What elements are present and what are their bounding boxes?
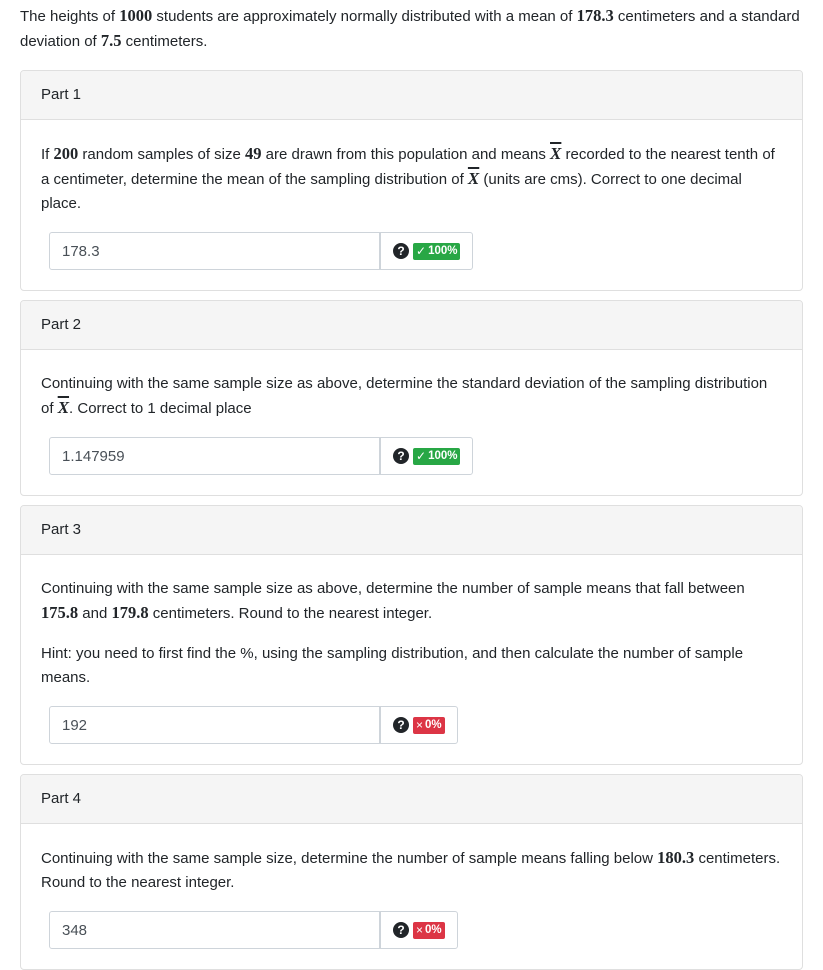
- question-number: 175.8: [41, 603, 79, 622]
- part-3-answer-input[interactable]: [49, 706, 380, 744]
- part-3-header: Part 3: [21, 506, 802, 555]
- question-text: Continuing with the same sample size, de…: [41, 850, 658, 867]
- question-text: are drawn from this population and means: [261, 146, 551, 163]
- part-2-header: Part 2: [21, 301, 802, 350]
- help-icon[interactable]: ?: [393, 922, 409, 938]
- question-number: 200: [53, 144, 79, 163]
- score-text: 0%: [425, 718, 442, 731]
- score-text: 100%: [428, 449, 458, 462]
- question-text: random samples of size: [78, 146, 246, 163]
- part-2-answer-group: ? ✓100%: [49, 437, 782, 475]
- intro-number: 7.5: [100, 31, 122, 50]
- xbar-symbol: X: [550, 144, 562, 163]
- question-number: 49: [245, 144, 262, 163]
- part-2-question: Continuing with the same sample size as …: [41, 372, 782, 421]
- question-container: The heights of 1000 students are approxi…: [0, 0, 823, 970]
- score-text: 0%: [425, 923, 442, 936]
- question-text: If: [41, 146, 54, 163]
- part-4-question: Continuing with the same sample size, de…: [41, 846, 782, 895]
- part-3-hint: Hint: you need to first find the %, usin…: [41, 645, 744, 686]
- part-3-question: Continuing with the same sample size as …: [41, 577, 782, 626]
- incorrect-badge: × 0%: [413, 921, 445, 939]
- part-4-answer-input[interactable]: [49, 911, 380, 949]
- cross-icon: ×: [416, 922, 424, 937]
- intro-number: 1000: [119, 6, 153, 25]
- part-1-header: Part 1: [21, 71, 802, 120]
- part-3-answer-status: ? × 0%: [380, 706, 458, 744]
- part-4-body: Continuing with the same sample size, de…: [21, 824, 802, 969]
- check-icon: ✓: [416, 243, 427, 258]
- part-4-answer-status: ? × 0%: [380, 911, 458, 949]
- xbar-symbol: X: [467, 169, 480, 188]
- incorrect-badge: × 0%: [413, 716, 445, 734]
- question-text: centimeters. Round to the nearest intege…: [148, 605, 433, 622]
- part-2-card: Part 2 Continuing with the same sample s…: [20, 300, 803, 496]
- part-1-card: Part 1 If 200 random samples of size 49 …: [20, 70, 803, 291]
- question-text: . Correct to 1 decimal place: [69, 400, 252, 417]
- question-text: and: [78, 605, 112, 622]
- xbar-symbol: X: [57, 398, 70, 417]
- part-3-answer-group: ? ×0%: [49, 706, 782, 744]
- check-icon: ✓: [416, 448, 427, 463]
- part-3-body: Continuing with the same sample size as …: [21, 555, 802, 764]
- intro-text: centimeters.: [121, 33, 208, 50]
- help-icon[interactable]: ?: [393, 243, 409, 259]
- correct-badge: ✓ 100%: [413, 447, 461, 465]
- part-4-header: Part 4: [21, 775, 802, 824]
- question-text: Continuing with the same sample size as …: [41, 580, 745, 597]
- part-1-answer-input[interactable]: [49, 232, 380, 270]
- part-1-question: If 200 random samples of size 49 are dra…: [41, 142, 782, 216]
- score-text: 100%: [428, 244, 458, 257]
- part-1-answer-status: ? ✓ 100%: [380, 232, 474, 270]
- intro-text: The heights of: [20, 8, 120, 25]
- intro-number: 178.3: [576, 6, 614, 25]
- problem-statement: The heights of 1000 students are approxi…: [20, 4, 803, 54]
- correct-badge: ✓ 100%: [413, 242, 461, 260]
- cross-icon: ×: [416, 717, 424, 732]
- part-2-answer-status: ? ✓ 100%: [380, 437, 474, 475]
- intro-text: students are approximately normally dist…: [152, 8, 577, 25]
- part-4-answer-group: ? ×0%: [49, 911, 782, 949]
- question-number: 180.3: [657, 848, 695, 867]
- part-1-body: If 200 random samples of size 49 are dra…: [21, 120, 802, 290]
- question-number: 179.8: [111, 603, 149, 622]
- help-icon[interactable]: ?: [393, 448, 409, 464]
- part-1-answer-group: ? ✓100%: [49, 232, 782, 270]
- help-icon[interactable]: ?: [393, 717, 409, 733]
- part-2-body: Continuing with the same sample size as …: [21, 350, 802, 495]
- part-4-card: Part 4 Continuing with the same sample s…: [20, 774, 803, 970]
- part-2-answer-input[interactable]: [49, 437, 380, 475]
- part-3-card: Part 3 Continuing with the same sample s…: [20, 505, 803, 765]
